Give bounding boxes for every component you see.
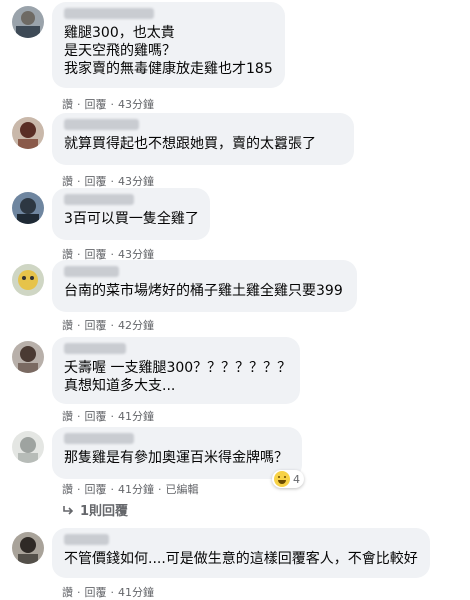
reply-arrow-icon — [63, 505, 74, 515]
comment-text-line: 3百可以買一隻全雞了 — [64, 211, 199, 227]
timestamp[interactable]: 43分鐘 — [118, 98, 154, 111]
comment-text-line: 台南的菜市場烤好的桶子雞土雞全雞只要399 — [64, 283, 343, 299]
avatar[interactable] — [12, 192, 44, 224]
author-name-redacted[interactable] — [64, 433, 134, 444]
comment-actions: 讚 · 回覆 · 42分鐘 — [62, 319, 154, 332]
comment-bubble: 那隻雞是有參加奧運百米得金牌嗎？ — [52, 427, 302, 479]
reply-link[interactable]: 回覆 — [85, 586, 107, 599]
reaction-badge[interactable]: 4 — [272, 470, 304, 488]
like-link[interactable]: 讚 — [62, 175, 73, 188]
comment-text-line: 是天空飛的雞嗎？ — [64, 43, 176, 59]
comment-actions: 讚 · 回覆 · 43分鐘 — [62, 175, 154, 188]
comment-text-line: 那隻雞是有參加奧運百米得金牌嗎？ — [64, 450, 288, 466]
like-link[interactable]: 讚 — [62, 483, 73, 496]
like-link[interactable]: 讚 — [62, 586, 73, 599]
author-name-redacted[interactable] — [64, 194, 134, 205]
author-name-redacted[interactable] — [64, 8, 154, 19]
avatar[interactable] — [12, 431, 44, 463]
reply-link[interactable]: 回覆 — [85, 175, 107, 188]
comment-text-line: 雞腿300，也太貴 — [64, 25, 175, 41]
comment-bubble: 雞腿300，也太貴 是天空飛的雞嗎？ 我家賣的無毒健康放走雞也才185 — [52, 2, 285, 88]
reply-link[interactable]: 回覆 — [85, 410, 107, 423]
replies-count: 1則回覆 — [80, 504, 129, 519]
author-name-redacted[interactable] — [64, 534, 109, 545]
comment-text-line: 真想知道多大支... — [64, 378, 176, 394]
reaction-count: 4 — [293, 472, 300, 486]
timestamp[interactable]: 41分鐘 — [118, 586, 154, 599]
comment-actions: 讚 · 回覆 · 41分鐘 — [62, 410, 154, 423]
comment-bubble: 不管價錢如何....可是做生意的這樣回覆客人，不會比較好 — [52, 528, 430, 578]
author-name-redacted[interactable] — [64, 266, 119, 277]
view-replies-link[interactable]: 1則回覆 — [62, 500, 128, 519]
comment-bubble: 3百可以買一隻全雞了 — [52, 188, 210, 240]
avatar[interactable] — [12, 341, 44, 373]
timestamp[interactable]: 41分鐘 — [118, 483, 154, 496]
reply-link[interactable]: 回覆 — [85, 98, 107, 111]
like-link[interactable]: 讚 — [62, 319, 73, 332]
comment-text-line: 就算買得起也不想跟她買，賣的太囂張了 — [64, 136, 316, 152]
edited-label[interactable]: 已編輯 — [166, 483, 199, 496]
author-name-redacted[interactable] — [64, 343, 126, 354]
avatar[interactable] — [12, 264, 44, 296]
author-name-redacted[interactable] — [64, 119, 139, 130]
comment-actions: 讚 · 回覆 · 41分鐘 · 已編輯 — [62, 483, 199, 496]
reply-link[interactable]: 回覆 — [85, 319, 107, 332]
avatar[interactable] — [12, 6, 44, 38]
comment-bubble: 就算買得起也不想跟她買，賣的太囂張了 — [52, 113, 354, 165]
comment-text-line: 我家賣的無毒健康放走雞也才185 — [64, 61, 273, 77]
comment-actions: 讚 · 回覆 · 43分鐘 — [62, 98, 154, 111]
avatar[interactable] — [12, 532, 44, 564]
comment-bubble: 夭壽喔 一支雞腿300？？？？？？？ 真想知道多大支... — [52, 337, 300, 404]
comment-actions: 讚 · 回覆 · 41分鐘 — [62, 586, 154, 599]
comment-text-line: 夭壽喔 一支雞腿300？？？？？？？ — [64, 360, 292, 376]
avatar[interactable] — [12, 117, 44, 149]
comment-text-line: 不管價錢如何....可是做生意的這樣回覆客人，不會比較好 — [64, 551, 418, 567]
like-link[interactable]: 讚 — [62, 410, 73, 423]
timestamp[interactable]: 41分鐘 — [118, 410, 154, 423]
timestamp[interactable]: 43分鐘 — [118, 175, 154, 188]
reply-link[interactable]: 回覆 — [85, 483, 107, 496]
timestamp[interactable]: 42分鐘 — [118, 319, 154, 332]
haha-emoji-icon — [274, 471, 290, 487]
like-link[interactable]: 讚 — [62, 98, 73, 111]
comment-bubble: 台南的菜市場烤好的桶子雞土雞全雞只要399 — [52, 260, 357, 312]
